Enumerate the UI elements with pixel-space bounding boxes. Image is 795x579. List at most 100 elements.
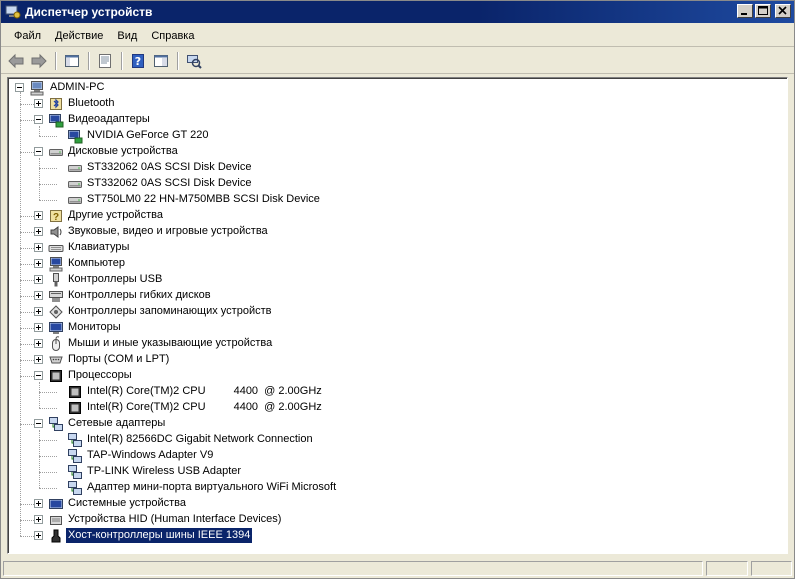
port-icon: [48, 352, 64, 368]
expand-toggle[interactable]: [34, 355, 43, 364]
expand-toggle[interactable]: [34, 307, 43, 316]
tree-category-row[interactable]: Системные устройства: [8, 496, 787, 512]
toolbar-separator: [177, 51, 179, 70]
expand-toggle[interactable]: [34, 211, 43, 220]
tree-guide-line: [39, 184, 57, 185]
monitor-icon: [48, 320, 64, 336]
expand-toggle[interactable]: [34, 531, 43, 540]
tree-category-row[interactable]: Устройства HID (Human Interface Devices): [8, 512, 787, 528]
maximize-button[interactable]: [755, 4, 771, 18]
tree-category-row[interactable]: Порты (COM и LPT): [8, 352, 787, 368]
collapse-toggle[interactable]: [34, 371, 43, 380]
expand-toggle[interactable]: [34, 275, 43, 284]
forward-button[interactable]: [28, 51, 50, 71]
cpu-speed: 4400 @ 2.00GHz: [233, 401, 322, 413]
device-name: Адаптер мини-порта виртуального WiFi Mic…: [87, 481, 337, 493]
expand-toggle[interactable]: [34, 99, 43, 108]
tree-device-row[interactable]: Intel(R) Core(TM)2 CPU 4400 @ 2.00GHz: [8, 400, 787, 416]
device-name: TP-LINK Wireless USB Adapter: [87, 465, 242, 477]
menu-help[interactable]: Справка: [144, 30, 201, 42]
collapse-toggle[interactable]: [15, 83, 24, 92]
tree-guide-line: [39, 430, 40, 488]
expand-toggle[interactable]: [34, 243, 43, 252]
tree-node-label: Клавиатуры: [66, 240, 131, 255]
tree-device-row[interactable]: Intel(R) 82566DC Gigabit Network Connect…: [8, 432, 787, 448]
menu-file[interactable]: Файл: [7, 30, 48, 42]
tree-guide-line: [39, 158, 40, 200]
system-devices-icon: [48, 496, 64, 512]
tree-device-row[interactable]: NVIDIA GeForce GT 220: [8, 128, 787, 144]
device-name: Intel(R) Core(TM)2 CPU: [87, 385, 206, 397]
tree-category-row[interactable]: Компьютер: [8, 256, 787, 272]
tree-category-row[interactable]: Клавиатуры: [8, 240, 787, 256]
tree-node-label: Intel(R) 82566DC Gigabit Network Connect…: [85, 432, 315, 447]
tree-category-row[interactable]: Процессоры: [8, 368, 787, 384]
menu-action[interactable]: Действие: [48, 30, 110, 42]
status-cell-3: [751, 561, 792, 576]
back-button[interactable]: [5, 51, 27, 71]
device-name: ST750LM0 22 HN-M750MBB SCSI Disk Device: [87, 193, 320, 205]
tree-node-label: Мыши и иные указывающие устройства: [66, 336, 274, 351]
tree-guide-line: [20, 504, 34, 505]
tree-device-row[interactable]: Адаптер мини-порта виртуального WiFi Mic…: [8, 480, 787, 496]
collapse-toggle[interactable]: [34, 115, 43, 124]
tree-device-row[interactable]: TAP-Windows Adapter V9: [8, 448, 787, 464]
tree-category-row[interactable]: Bluetooth: [8, 96, 787, 112]
tree-category-row[interactable]: Мыши и иные указывающие устройства: [8, 336, 787, 352]
tree-category-row[interactable]: ? Другие устройства: [8, 208, 787, 224]
network-adapter-icon: [67, 480, 83, 496]
title-bar[interactable]: Диспетчер устройств: [1, 1, 794, 23]
tree-node-label: Дисковые устройства: [66, 144, 180, 159]
device-name: Видеоадаптеры: [68, 113, 150, 125]
help-button[interactable]: ?: [127, 51, 149, 71]
minimize-button[interactable]: [737, 4, 753, 18]
properties-button[interactable]: [94, 51, 116, 71]
show-hide-tree-button[interactable]: [61, 51, 83, 71]
scan-hardware-icon: [187, 54, 202, 69]
expand-toggle[interactable]: [34, 323, 43, 332]
tree-device-row[interactable]: ST750LM0 22 HN-M750MBB SCSI Disk Device: [8, 192, 787, 208]
expand-toggle[interactable]: [34, 227, 43, 236]
tree-category-row[interactable]: Мониторы: [8, 320, 787, 336]
tree-node-label: Звуковые, видео и игровые устройства: [66, 224, 270, 239]
tree-category-row[interactable]: Видеоадаптеры: [8, 112, 787, 128]
expand-toggle[interactable]: [34, 291, 43, 300]
back-icon: [8, 53, 24, 68]
device-name: Мониторы: [68, 321, 121, 333]
cpu-speed: 4400 @ 2.00GHz: [233, 385, 322, 397]
scan-hardware-button[interactable]: [183, 51, 205, 71]
tree-guide-line: [39, 456, 57, 457]
tree-device-row[interactable]: Intel(R) Core(TM)2 CPU 4400 @ 2.00GHz: [8, 384, 787, 400]
tree-category-row[interactable]: Контроллеры гибких дисков: [8, 288, 787, 304]
tree-category-row[interactable]: Дисковые устройства: [8, 144, 787, 160]
expand-toggle[interactable]: [34, 339, 43, 348]
processor-icon: [67, 400, 83, 416]
tree-node-label: Порты (COM и LPT): [66, 352, 171, 367]
device-name: Мыши и иные указывающие устройства: [68, 337, 273, 349]
tree-category-row[interactable]: Контроллеры USB: [8, 272, 787, 288]
device-manager-window: Диспетчер устройств Файл Действие Вид Сп…: [0, 0, 795, 579]
device-tree-panel[interactable]: ADMIN-PC Bluetooth Видеоадаптеры NVIDIA Ge…: [7, 77, 788, 554]
close-button[interactable]: [775, 4, 791, 18]
collapse-toggle[interactable]: [34, 147, 43, 156]
tree-device-row[interactable]: ST332062 0AS SCSI Disk Device: [8, 176, 787, 192]
console-tree-button[interactable]: [150, 51, 172, 71]
tree-node-label: Системные устройства: [66, 496, 188, 511]
tree-category-row[interactable]: Звуковые, видео и игровые устройства: [8, 224, 787, 240]
collapse-toggle[interactable]: [34, 419, 43, 428]
menu-view[interactable]: Вид: [110, 30, 144, 42]
expand-toggle[interactable]: [34, 259, 43, 268]
tree-node-label: Контроллеры USB: [66, 272, 164, 287]
tree-node-label: Контроллеры запоминающих устройств: [66, 304, 273, 319]
tree-category-row[interactable]: Хост-контроллеры шины IEEE 1394: [8, 528, 787, 544]
tree-guide-line: [39, 440, 57, 441]
tree-device-row[interactable]: ST332062 0AS SCSI Disk Device: [8, 160, 787, 176]
tree-category-row[interactable]: Контроллеры запоминающих устройств: [8, 304, 787, 320]
tree-guide-line: [20, 376, 34, 377]
expand-toggle[interactable]: [34, 499, 43, 508]
tree-device-row[interactable]: TP-LINK Wireless USB Adapter: [8, 464, 787, 480]
display-adapter-icon: [48, 112, 64, 128]
expand-toggle[interactable]: [34, 515, 43, 524]
tree-category-row[interactable]: Сетевые адаптеры: [8, 416, 787, 432]
tree-node-label: Bluetooth: [66, 96, 116, 111]
